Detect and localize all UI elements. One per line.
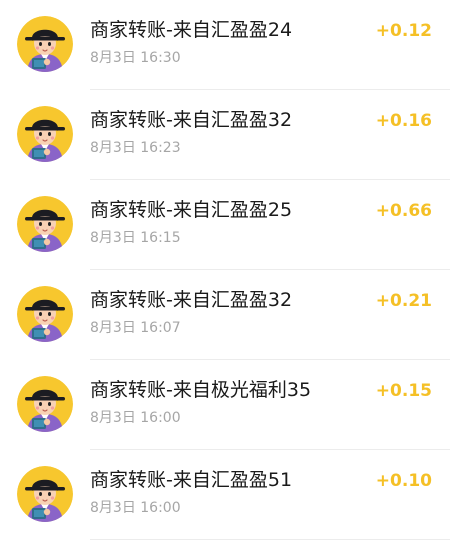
- transaction-time: 8月3日 16:00: [90, 410, 181, 426]
- cartoon-scholar-avatar-icon: [17, 286, 73, 342]
- transaction-row[interactable]: 商家转账-来自汇盈盈25 8月3日 16:15 +0.66: [0, 180, 450, 270]
- transaction-time: 8月3日 16:07: [90, 320, 181, 336]
- cartoon-scholar-avatar-icon: [17, 106, 73, 162]
- transaction-amount: +0.10: [375, 471, 432, 491]
- transaction-amount: +0.15: [375, 381, 432, 401]
- cartoon-scholar-avatar-icon: [17, 196, 73, 252]
- transaction-time: 8月3日 16:15: [90, 230, 181, 246]
- transaction-amount: +0.21: [375, 291, 432, 311]
- transaction-time: 8月3日 16:00: [90, 500, 181, 516]
- transaction-row[interactable]: 商家转账-来自汇盈盈32 8月3日 16:23 +0.16: [0, 90, 450, 180]
- transaction-amount: +0.16: [375, 111, 432, 131]
- transaction-time: 8月3日 16:30: [90, 50, 181, 66]
- transaction-title: 商家转账-来自极光福利35: [90, 379, 312, 401]
- transaction-row[interactable]: 商家转账-来自极光福利35 8月3日 16:00 +0.15: [0, 360, 450, 450]
- transaction-title: 商家转账-来自汇盈盈32: [90, 109, 293, 131]
- transaction-list: 商家转账-来自汇盈盈24 8月3日 16:30 +0.12 商家转账-来自汇盈盈…: [0, 0, 450, 540]
- transaction-time: 8月3日 16:23: [90, 140, 181, 156]
- transaction-row[interactable]: 商家转账-来自汇盈盈24 8月3日 16:30 +0.12: [0, 0, 450, 90]
- transaction-amount: +0.12: [375, 21, 432, 41]
- transaction-title: 商家转账-来自汇盈盈25: [90, 199, 293, 221]
- transaction-row[interactable]: 商家转账-来自汇盈盈32 8月3日 16:07 +0.21: [0, 270, 450, 360]
- transaction-title: 商家转账-来自汇盈盈32: [90, 289, 293, 311]
- cartoon-scholar-avatar-icon: [17, 376, 73, 432]
- transaction-title: 商家转账-来自汇盈盈51: [90, 469, 293, 491]
- cartoon-scholar-avatar-icon: [17, 16, 73, 72]
- transaction-row[interactable]: 商家转账-来自汇盈盈51 8月3日 16:00 +0.10: [0, 450, 450, 540]
- transaction-title: 商家转账-来自汇盈盈24: [90, 19, 293, 41]
- cartoon-scholar-avatar-icon: [17, 466, 73, 522]
- transaction-amount: +0.66: [375, 201, 432, 221]
